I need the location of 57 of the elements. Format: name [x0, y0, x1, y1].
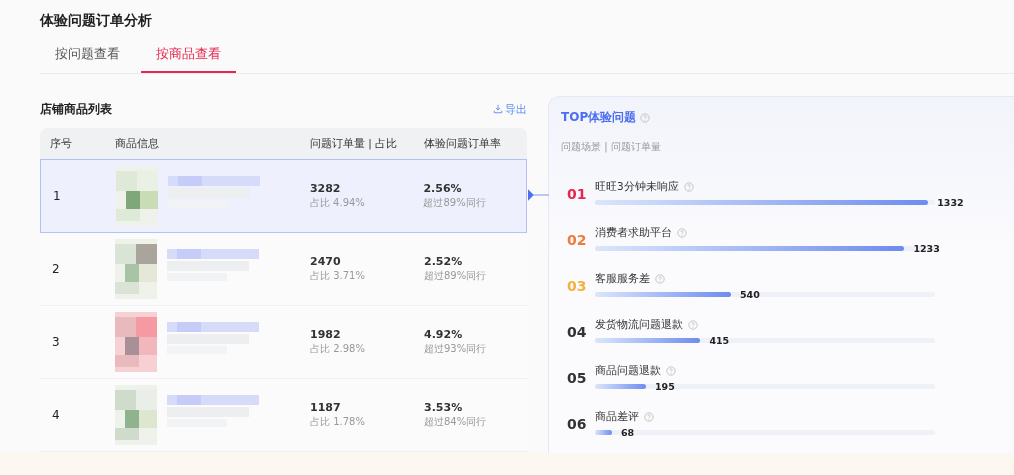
rank-number: 01 [566, 186, 585, 202]
card-title: TOP体验问题 [561, 109, 637, 126]
order-count: 1187 [310, 401, 342, 414]
table-row[interactable]: 1 3282 占比 4.94% 2.56% 超过89%同行 [40, 159, 527, 233]
issue-rate: 4.92% [424, 328, 464, 341]
rank-number: 03 [566, 278, 585, 294]
peer-text: 超过84%同行 [424, 415, 488, 429]
issue-name: 商品问题退款 [595, 364, 661, 378]
table-cell-text: 1 [52, 189, 62, 203]
share-text: 占比 2.98% [310, 342, 366, 356]
issue-rate: 2.56% [423, 182, 463, 195]
table-cell-text: 4 [51, 408, 61, 422]
download-icon[interactable] [493, 104, 503, 114]
issue-count: 195 [655, 380, 675, 392]
share-text: 占比 3.71% [310, 269, 366, 283]
issue-rate: 3.53% [424, 401, 464, 414]
column-header: 体验问题订单率 [424, 136, 502, 151]
help-icon[interactable] [644, 412, 654, 422]
rank-number: 04 [566, 324, 585, 340]
issue-count: 415 [709, 334, 730, 346]
column-header: 序号 [49, 136, 73, 151]
card-subtitle: 问题场景 | 问题订单量 [561, 140, 662, 154]
help-icon[interactable] [683, 182, 694, 192]
rank-number: 06 [566, 416, 585, 432]
issue-count: 540 [740, 288, 760, 300]
issue-count: 68 [621, 426, 635, 438]
section-title: 店铺商品列表 [40, 100, 112, 118]
column-header: 商品信息 [115, 136, 160, 151]
order-count: 1982 [310, 328, 342, 341]
help-icon[interactable] [655, 274, 665, 284]
tab[interactable]: 按问题查看 [40, 40, 135, 73]
help-icon[interactable] [677, 228, 687, 238]
share-text: 占比 1.78% [310, 415, 366, 429]
issue-count: 1332 [937, 196, 964, 208]
help-icon[interactable] [688, 320, 698, 330]
help-icon[interactable] [666, 366, 676, 376]
rank-number: 05 [566, 370, 585, 386]
rank-number: 02 [566, 232, 585, 248]
order-count: 2470 [310, 255, 342, 268]
peer-text: 超过93%同行 [424, 342, 488, 356]
share-text: 占比 4.94% [309, 196, 366, 210]
issue-name: 旺旺3分钟未响应 [595, 180, 679, 194]
table-cell-text: 3 [51, 335, 61, 349]
help-icon[interactable] [640, 112, 651, 123]
page-title: 体验问题订单分析 [40, 12, 153, 30]
peer-text: 超过89%同行 [423, 196, 487, 210]
tab[interactable]: 按商品查看 [141, 40, 236, 73]
issue-count: 1233 [913, 242, 940, 254]
issue-name: 商品差评 [595, 410, 639, 424]
peer-text: 超过89%同行 [424, 269, 488, 283]
issue-name: 发货物流问题退款 [595, 318, 683, 332]
order-count: 3282 [309, 182, 342, 195]
issue-name: 消费者求助平台 [595, 226, 672, 240]
issue-name: 客服服务差 [595, 272, 650, 286]
issue-rate: 2.52% [424, 255, 464, 268]
column-header: 问题订单量 | 占比 [310, 136, 399, 151]
table-cell-text: 2 [51, 262, 61, 276]
